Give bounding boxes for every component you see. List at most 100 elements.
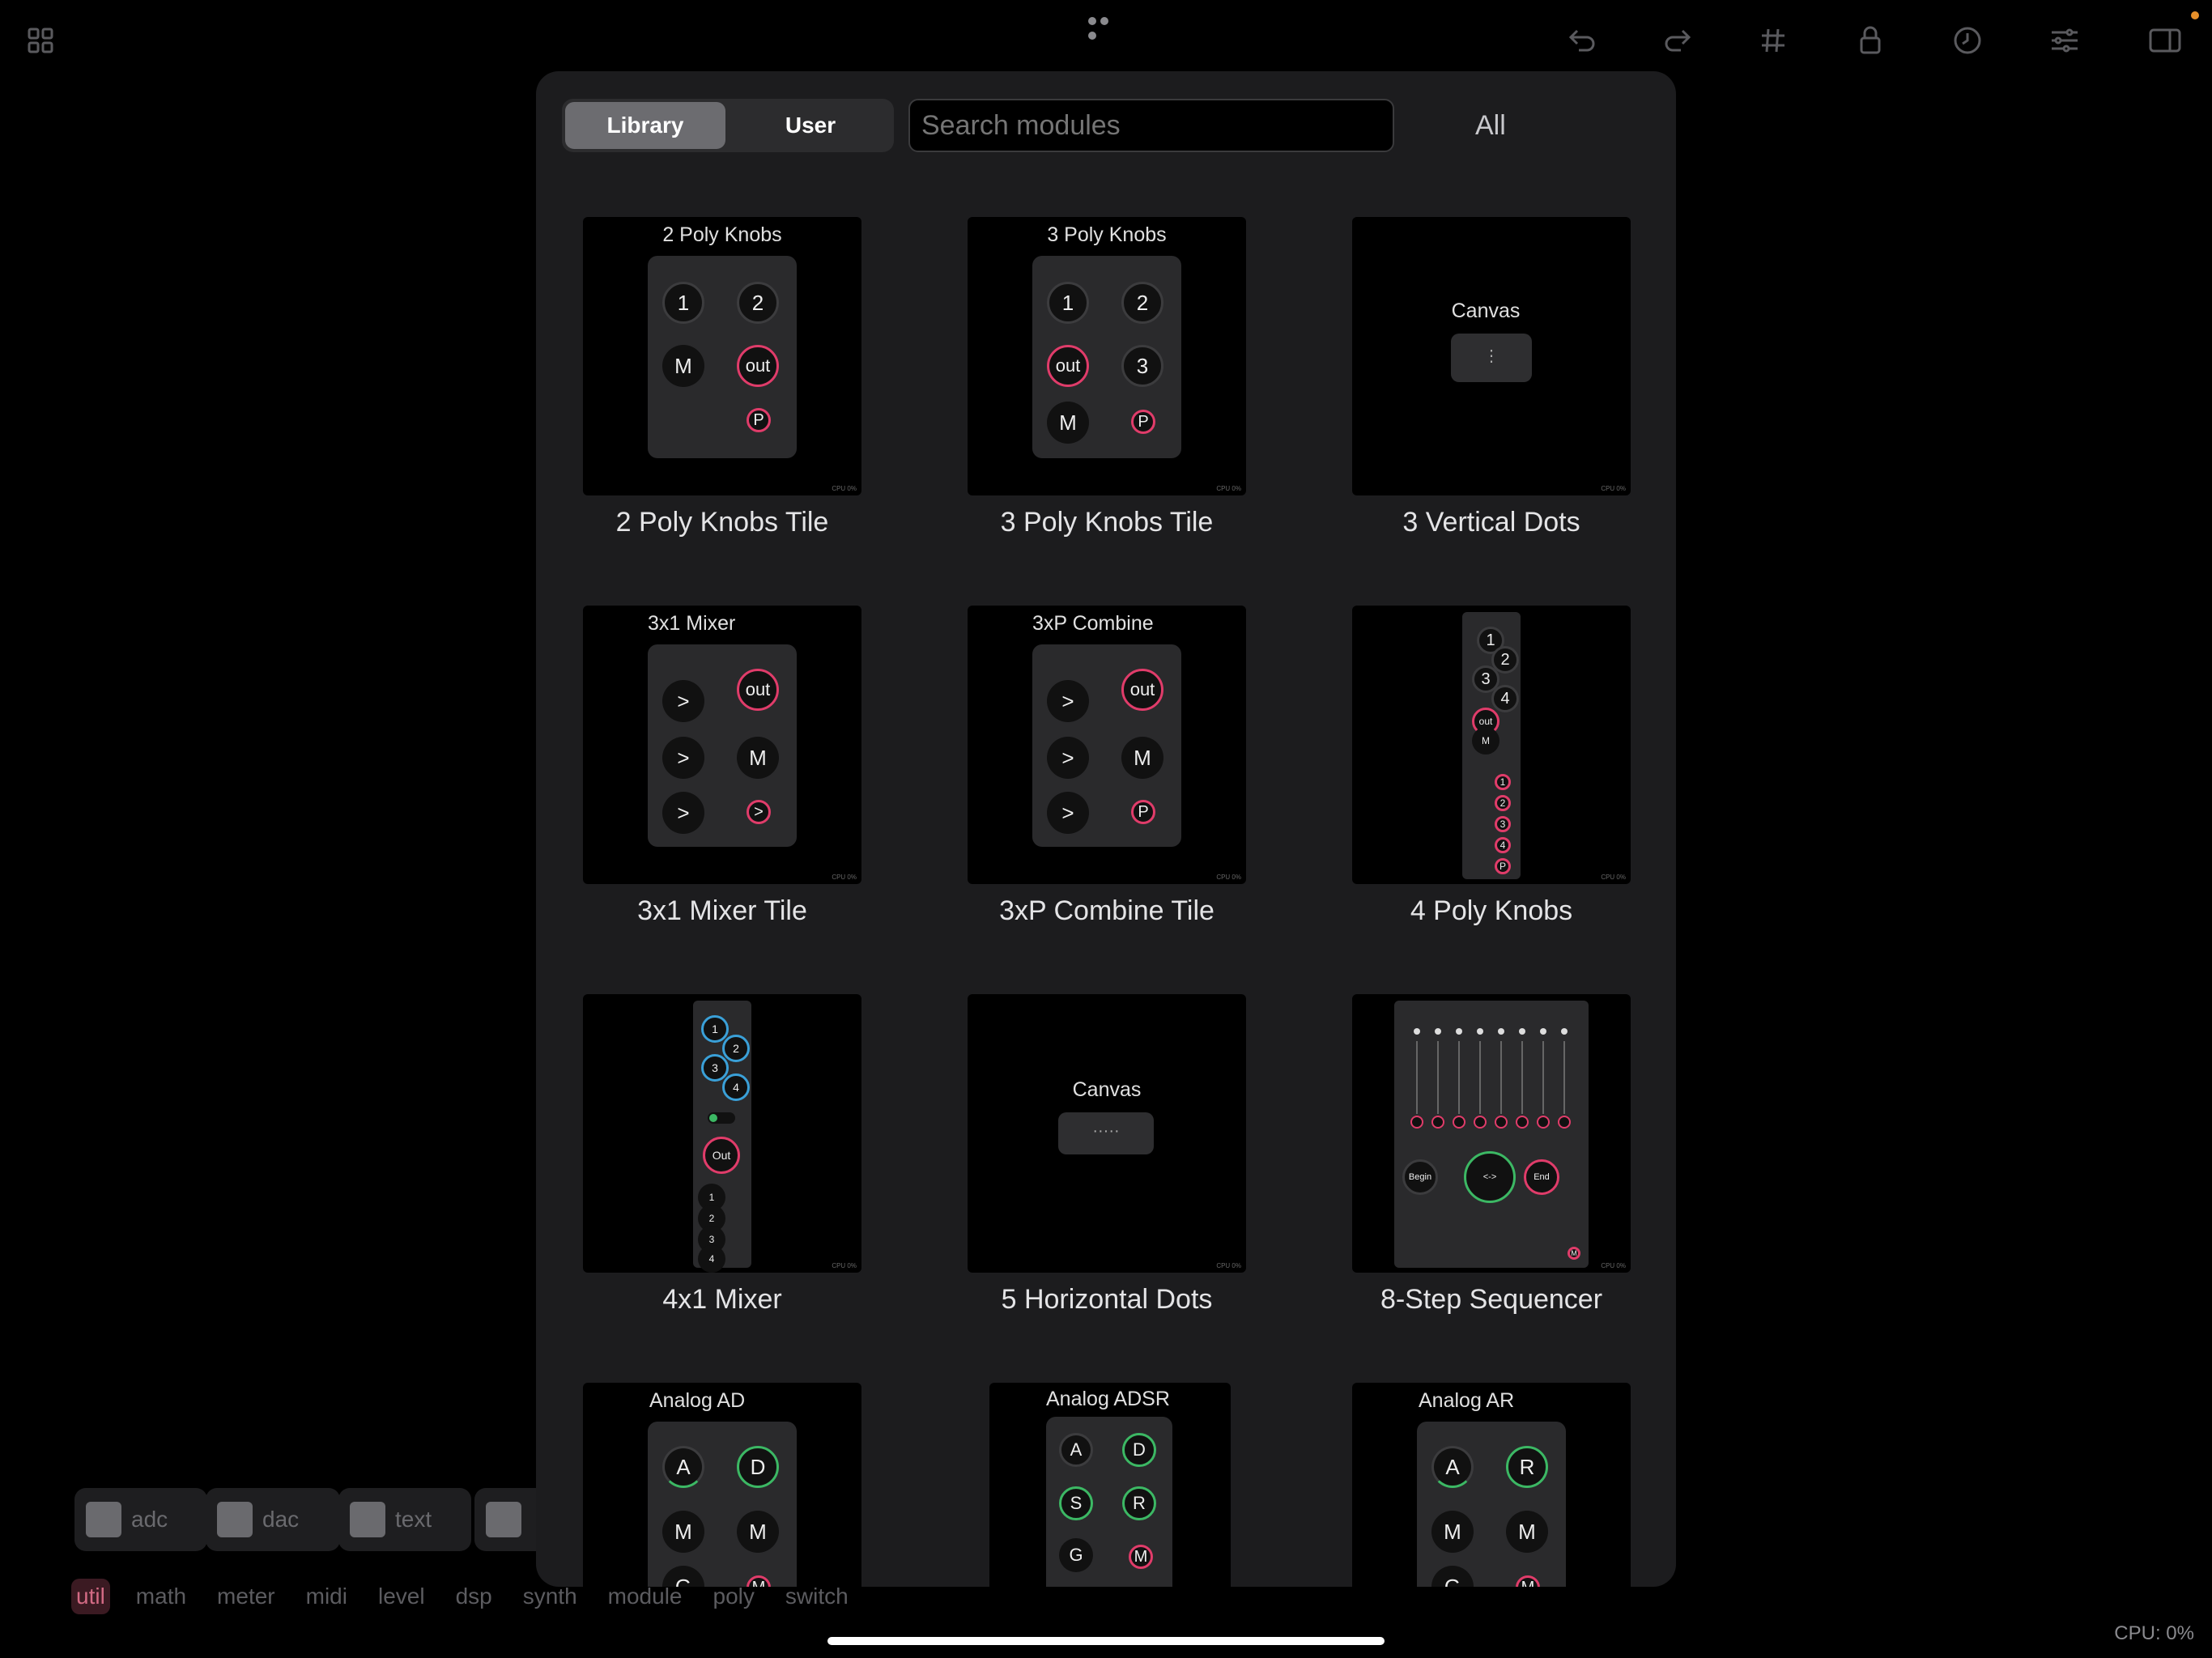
knob-1: 1	[701, 1015, 729, 1043]
knob-out: Out	[703, 1137, 740, 1174]
knob-out: out	[1121, 669, 1163, 711]
p-button: P	[1131, 410, 1155, 434]
category-math[interactable]: math	[131, 1579, 191, 1614]
library-tab[interactable]: Library	[565, 102, 725, 149]
knob-g: G	[662, 1566, 704, 1587]
tile-card: 1 2 M out P	[648, 256, 797, 458]
status-dot	[2191, 11, 2199, 19]
tile-title: 3xP Combine	[1032, 612, 1154, 635]
dock-item-adc[interactable]: adc	[74, 1488, 207, 1551]
user-tab[interactable]: User	[730, 102, 891, 149]
knob-1: 1	[1047, 282, 1089, 324]
module-browser-panel: Library User All 2 Poly Knobs 1 2 M out …	[536, 71, 1676, 1587]
dock-item-dac[interactable]: dac	[206, 1488, 340, 1551]
module-label: 3 Vertical Dots	[1402, 507, 1580, 538]
p-button: P	[1131, 800, 1155, 824]
knob-out: out	[737, 345, 779, 387]
m-button: M	[1516, 1575, 1540, 1587]
knob-s: S	[1059, 1486, 1093, 1520]
knob-m-2: M	[737, 1511, 779, 1553]
knob-m: M	[1047, 402, 1089, 444]
knob-a: A	[1431, 1446, 1474, 1488]
knob-g: G	[1059, 1538, 1093, 1572]
module-tile-4-poly-knobs[interactable]: 1 2 3 4 out M 1 2 3 4 P CPU 0%	[1352, 606, 1631, 884]
knob-2: 2	[722, 1035, 750, 1062]
module-label: 5 Horizontal Dots	[1001, 1284, 1213, 1315]
tile-title: 3x1 Mixer	[648, 612, 736, 635]
source-segmented-control: Library User	[562, 99, 894, 152]
tile-card: Begin <-> End M	[1394, 1001, 1589, 1268]
lock-icon[interactable]	[1859, 26, 1882, 55]
p-button-4: 4	[1495, 837, 1511, 853]
knob-a: A	[1059, 1433, 1093, 1467]
tile-title: Canvas	[1451, 300, 1521, 322]
clock-icon[interactable]	[1953, 26, 1982, 55]
knob-1: 1	[662, 282, 704, 324]
module-tile-5-horizontal-dots[interactable]: Canvas ····· CPU 0%	[968, 994, 1246, 1273]
mini-cpu: CPU 0%	[1216, 1262, 1241, 1269]
home-indicator[interactable]	[827, 1637, 1385, 1645]
knob-m: M	[737, 737, 779, 779]
knob-r: R	[1506, 1446, 1548, 1488]
more-menu-dots-icon[interactable]	[1088, 15, 1124, 40]
knob-out: out	[1047, 345, 1089, 387]
mini-cpu: CPU 0%	[1601, 485, 1626, 492]
m-button: M	[1129, 1545, 1153, 1569]
dock-item-text[interactable]: text	[338, 1488, 471, 1551]
p-button-2: 2	[1495, 795, 1511, 811]
module-label: 4 Poly Knobs	[1410, 895, 1573, 926]
module-tile-3-poly-knobs[interactable]: 3 Poly Knobs 1 2 out 3 M P CPU 0%	[968, 217, 1246, 495]
module-tile-3x1-mixer[interactable]: 3x1 Mixer > out > M > > CPU 0%	[583, 606, 861, 884]
knob-d: D	[737, 1446, 779, 1488]
sidebar-icon[interactable]	[2149, 28, 2181, 53]
knob-r: R	[1122, 1486, 1156, 1520]
cpu-readout: CPU: 0%	[2114, 1622, 2194, 1644]
undo-icon[interactable]	[1568, 28, 1597, 53]
input-arrow-2: >	[1047, 737, 1089, 779]
speaker-icon	[217, 1502, 253, 1537]
knob-d: D	[1122, 1433, 1156, 1467]
redo-icon[interactable]	[1663, 28, 1692, 53]
tile-card: A D S R G M	[1046, 1417, 1172, 1587]
text-icon	[350, 1502, 385, 1537]
tile-card: A D M M G M	[648, 1422, 797, 1587]
mini-cpu: CPU 0%	[832, 1262, 857, 1269]
knob-2: 2	[1121, 282, 1163, 324]
input-arrow-1: >	[1047, 680, 1089, 722]
knob-3: 3	[1121, 345, 1163, 387]
grid-icon[interactable]	[28, 28, 53, 53]
module-tile-3-vertical-dots[interactable]: Canvas ⋮ CPU 0%	[1352, 217, 1631, 495]
module-tile-3xp-combine[interactable]: 3xP Combine > out > M > P CPU 0%	[968, 606, 1246, 884]
tile-card: 1 2 3 4 Out 1 2 3 4	[693, 1001, 751, 1273]
category-meter[interactable]: meter	[212, 1579, 280, 1614]
filter-all-button[interactable]: All	[1475, 99, 1506, 152]
module-tile-4x1-mixer[interactable]: 1 2 3 4 Out 1 2 3 4 CPU 0%	[583, 994, 861, 1273]
category-util[interactable]: util	[71, 1579, 110, 1614]
input-arrow-2: >	[662, 737, 704, 779]
module-tile-analog-ar[interactable]: Analog AR A R M M G M	[1352, 1383, 1631, 1587]
module-tile-analog-adsr[interactable]: Analog ADSR A D S R G M	[989, 1383, 1231, 1587]
adc-icon	[86, 1502, 121, 1537]
knob-m-1: M	[662, 1511, 704, 1553]
module-tile-analog-ad[interactable]: Analog AD A D M M G M	[583, 1383, 861, 1587]
out-4: 4	[698, 1245, 725, 1273]
mini-cpu: CPU 0%	[1601, 1262, 1626, 1269]
canvas-widget: ⋮	[1451, 334, 1532, 382]
mini-cpu: CPU 0%	[1216, 874, 1241, 881]
hash-icon[interactable]	[1760, 28, 1786, 53]
knob-m: M	[1121, 737, 1163, 779]
module-tile-2-poly-knobs[interactable]: 2 Poly Knobs 1 2 M out P CPU 0%	[583, 217, 861, 495]
search-input[interactable]	[908, 99, 1394, 152]
category-level[interactable]: level	[373, 1579, 430, 1614]
m-button: M	[1568, 1247, 1580, 1260]
tile-card: 1 2 3 4 out M 1 2 3 4 P	[1462, 612, 1521, 879]
input-arrow-3: >	[1047, 792, 1089, 834]
category-midi[interactable]: midi	[301, 1579, 352, 1614]
tile-title: Analog ADSR	[1046, 1388, 1170, 1410]
input-arrow-3: >	[662, 792, 704, 834]
category-dsp[interactable]: dsp	[451, 1579, 497, 1614]
sliders-icon[interactable]	[2050, 28, 2079, 53]
tile-card: > out > M > P	[1032, 644, 1181, 847]
module-tile-8-step-sequencer[interactable]: Begin <-> End M CPU 0%	[1352, 994, 1631, 1273]
begin-knob: Begin	[1402, 1159, 1438, 1195]
